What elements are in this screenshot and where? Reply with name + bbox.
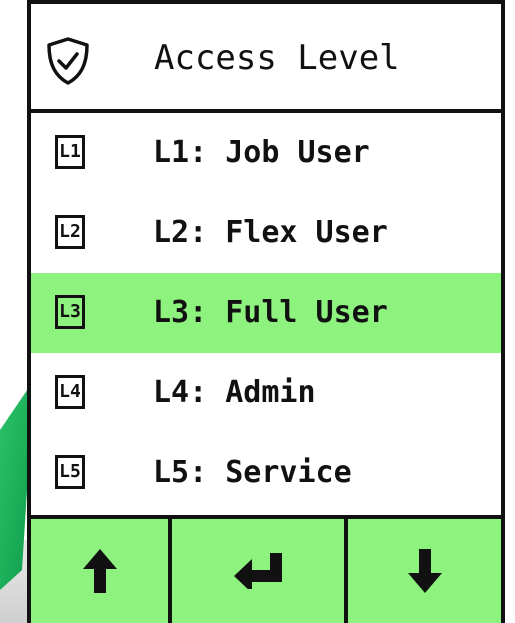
access-level-list: L1 L1: Job User L2 L2: Flex User L3 L3: … xyxy=(31,113,501,515)
list-item-l3-selected[interactable]: L3 L3: Full User xyxy=(31,273,501,353)
screen-header: Access Level xyxy=(31,0,501,113)
list-item-label: L3: Full User xyxy=(153,295,388,330)
move-down-button[interactable] xyxy=(344,519,501,623)
list-item-label: L5: Service xyxy=(153,455,352,490)
level-badge-l4: L4 xyxy=(55,375,85,409)
list-item-l2[interactable]: L2 L2: Flex User xyxy=(31,193,501,273)
arrow-down-icon xyxy=(407,549,442,593)
level-badge-l5: L5 xyxy=(55,455,85,489)
page-title: Access Level xyxy=(154,38,400,78)
enter-button[interactable] xyxy=(168,519,344,623)
level-badge-l3: L3 xyxy=(55,295,85,329)
list-item-l5[interactable]: L5 L5: Service xyxy=(31,433,501,513)
list-item-label: L1: Job User xyxy=(153,135,370,170)
list-item-label: L2: Flex User xyxy=(153,215,388,250)
list-item-label: L4: Admin xyxy=(153,375,316,410)
level-badge-l1: L1 xyxy=(55,135,85,169)
move-up-button[interactable] xyxy=(31,519,168,623)
arrow-up-icon xyxy=(82,549,117,593)
level-badge-l2: L2 xyxy=(55,215,85,249)
enter-return-icon xyxy=(234,553,282,589)
list-item-l4[interactable]: L4 L4: Admin xyxy=(31,353,501,433)
shield-check-icon xyxy=(47,37,89,85)
access-level-screen: Access Level L1 L1: Job User L2 L2: Flex… xyxy=(27,0,505,623)
list-item-l1[interactable]: L1 L1: Job User xyxy=(31,113,501,193)
navigation-bar xyxy=(31,515,501,623)
